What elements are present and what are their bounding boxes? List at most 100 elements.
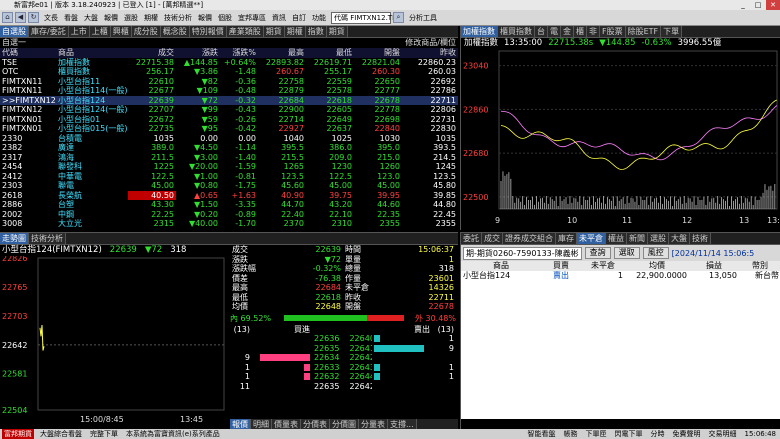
- quote-column-header[interactable]: 昨收: [402, 48, 458, 58]
- status-button[interactable]: 15:06:48: [743, 429, 778, 439]
- position-tab[interactable]: 成交: [482, 233, 503, 244]
- watchlist-tab[interactable]: 指數: [305, 26, 327, 37]
- detail-bottom-tab[interactable]: 明細: [251, 419, 272, 429]
- edit-columns-link[interactable]: 修改商品/欄位: [405, 38, 456, 48]
- quote-column-header[interactable]: 漲跌: [176, 48, 220, 58]
- search-icon[interactable]: ⌕: [393, 12, 404, 23]
- quote-column-header[interactable]: 最低: [306, 48, 354, 58]
- status-button[interactable]: 交易明細: [707, 429, 739, 439]
- watchlist-tab[interactable]: 上市: [68, 26, 90, 37]
- index-tab[interactable]: 加權指數: [461, 26, 498, 37]
- detail-tab[interactable]: 技術分析: [29, 233, 66, 244]
- quote-column-header[interactable]: 商品: [56, 48, 128, 58]
- toolbar-menu-item[interactable]: 報價: [101, 13, 121, 23]
- table-row[interactable]: FIMTXN11 小型台指114(一般) 22677 ▼109 -0.48 22879 22…: [0, 86, 458, 96]
- position-tab[interactable]: 大盤: [669, 233, 690, 244]
- order-column-header[interactable]: 未平倉: [581, 261, 625, 271]
- index-tab[interactable]: 櫃: [574, 26, 587, 37]
- table-row[interactable]: 2330 台積電 1035 0.00 0.00 1040 1025 1030 1035: [0, 134, 458, 144]
- status-tip[interactable]: 完整下單: [88, 429, 120, 439]
- table-row[interactable]: 2886 台塑 43.30 ▼1.50 -3.35 44.70 43.20 44.60 44.8…: [0, 200, 458, 210]
- close-button[interactable]: ✕: [766, 0, 780, 10]
- index-tab[interactable]: 電: [548, 26, 561, 37]
- order-column-header[interactable]: 均價: [625, 261, 689, 271]
- watchlist-tab[interactable]: 概念股: [160, 26, 190, 37]
- order-column-header[interactable]: 商品: [461, 261, 541, 271]
- table-row[interactable]: 小型台指124 賣出 1 22,900.0000 13,050 新台幣: [461, 271, 780, 281]
- table-row[interactable]: 2382 廣達 389.0 ▼4.50 -1.14 395.5 386.0 395.0 393.…: [0, 143, 458, 153]
- watchlist-tab[interactable]: 期權: [284, 26, 306, 37]
- toolbar-menu-item[interactable]: 技術分析: [161, 13, 195, 23]
- status-button[interactable]: 閃電下單: [613, 429, 645, 439]
- toolbar-menu-item[interactable]: 文長: [41, 13, 61, 23]
- toolbar-menu-item[interactable]: 功能: [309, 13, 329, 23]
- table-row[interactable]: 2618 長榮航 40.50 ▲0.65 +1.63 40.90 39.75 39.95 39.…: [0, 190, 458, 200]
- index-tab[interactable]: 金: [561, 26, 574, 37]
- quote-column-header[interactable]: 漲跌%: [220, 48, 258, 58]
- quote-column-header[interactable]: 開盤: [354, 48, 402, 58]
- detail-bottom-tab[interactable]: 價量表: [272, 419, 301, 429]
- quote-column-header[interactable]: 成交: [128, 48, 176, 58]
- index-tab[interactable]: F股票: [600, 26, 626, 37]
- table-row[interactable]: 2412 中華電 122.5 ▼1.00 -0.81 123.5 122.5 123.0 123…: [0, 172, 458, 182]
- toolbar-menu-item[interactable]: 大盤: [81, 13, 101, 23]
- position-tab[interactable]: 選股: [648, 233, 669, 244]
- status-button[interactable]: 分時: [649, 429, 667, 439]
- table-row[interactable]: FIMTXN01 小型台指01 22672 ▼59 -0.26 22714 22649 226…: [0, 115, 458, 125]
- symbol-input[interactable]: 代碼 FIMTXN12.TF: [331, 11, 396, 24]
- position-tab[interactable]: 庫存: [556, 233, 577, 244]
- maximize-button[interactable]: □: [751, 0, 765, 10]
- risk-control-button[interactable]: 風控: [642, 247, 669, 259]
- quote-column-header[interactable]: 最高: [258, 48, 306, 58]
- home-icon[interactable]: ⌂: [2, 12, 13, 23]
- watchlist-tab[interactable]: 成分股: [131, 26, 161, 37]
- order-column-header[interactable]: 幣別: [739, 261, 780, 271]
- position-tab[interactable]: 權益: [606, 233, 627, 244]
- status-button[interactable]: 免費聲明: [671, 429, 703, 439]
- position-tab[interactable]: 新聞: [627, 233, 648, 244]
- detail-bottom-tab[interactable]: 分價圖: [330, 419, 359, 429]
- toolbar-menu-item[interactable]: 選股: [121, 13, 141, 23]
- account-select[interactable]: 期-期貨0260-7590133-陳義彬: [463, 246, 582, 260]
- analysis-tools-menu[interactable]: 分析工具: [406, 13, 440, 23]
- table-row[interactable]: OTC 櫃買指數 256.17 ▼3.86 -1.48 260.67 255.17 260.3…: [0, 67, 458, 77]
- table-row[interactable]: >>FIMTXN12 小型台指124 22639 ▼72 -0.32 22684 22618…: [0, 95, 458, 105]
- index-tab[interactable]: 台: [535, 26, 548, 37]
- table-row[interactable]: 2303 聯電 45.00 ▼0.80 -1.75 45.60 45.00 45.00 45.8…: [0, 181, 458, 191]
- table-row[interactable]: FIMTXN01 小型台指015(一般) 22735 ▼95 -0.42 22927 226…: [0, 124, 458, 134]
- toolbar-menu-item[interactable]: 期權: [141, 13, 161, 23]
- table-row[interactable]: TSE 加權指數 22715.38 ▲144.85 +0.64% 22893.82 2261…: [0, 58, 458, 68]
- status-button[interactable]: 下單匣: [584, 429, 609, 439]
- detail-bottom-tab[interactable]: 報價: [230, 419, 251, 429]
- watchlist-tab[interactable]: 期貨: [326, 26, 348, 37]
- watchlist-tab[interactable]: 期貨: [263, 26, 285, 37]
- status-button[interactable]: 帳務: [562, 429, 580, 439]
- toolbar-menu-item[interactable]: 報價: [195, 13, 215, 23]
- table-row[interactable]: 2002 中鋼 22.25 ▼0.20 -0.89 22.40 22.10 22.35 22.4…: [0, 210, 458, 220]
- index-tab[interactable]: 非: [587, 26, 600, 37]
- watchlist-tab[interactable]: 自選股: [0, 26, 29, 37]
- refresh-icon[interactable]: ↻: [28, 12, 39, 23]
- detail-bottom-tab[interactable]: 支撐...: [388, 419, 417, 429]
- table-row[interactable]: 2317 鴻海 211.5 ▼3.00 -1.40 215.5 209.0 215.0 214.…: [0, 153, 458, 163]
- position-tab[interactable]: 技術: [690, 233, 711, 244]
- select-dropdown[interactable]: 選取: [613, 247, 640, 259]
- back-icon[interactable]: ◀: [15, 12, 26, 23]
- query-button[interactable]: 查詢: [584, 247, 611, 259]
- table-row[interactable]: FIMTXN12 小型台指124(一般) 22707 ▼99 -0.43 22900 226…: [0, 105, 458, 115]
- index-tab[interactable]: 下單: [661, 26, 683, 37]
- table-row[interactable]: 2454 聯發科 1225 ▼20.00 -1.59 1265 1230 1260 1245: [0, 162, 458, 172]
- detail-tab[interactable]: 走勢圖: [0, 233, 29, 244]
- toolbar-menu-item[interactable]: 自訂: [289, 13, 309, 23]
- position-tab[interactable]: 委託: [461, 233, 482, 244]
- watchlist-tab[interactable]: 上櫃: [89, 26, 111, 37]
- quote-column-header[interactable]: 代碼: [0, 48, 56, 58]
- index-tab[interactable]: 櫃買指數: [498, 26, 535, 37]
- detail-bottom-tab[interactable]: 分價表: [301, 419, 330, 429]
- minimize-button[interactable]: _: [736, 0, 750, 10]
- toolbar-menu-item[interactable]: 個股: [215, 13, 235, 23]
- order-column-header[interactable]: 損益: [689, 261, 739, 271]
- table-row[interactable]: FIMTXN11 小型台指11 22610 ▼82 -0.36 22758 22559 226…: [0, 77, 458, 87]
- position-tab[interactable]: 未平倉: [577, 233, 606, 244]
- watchlist-tab[interactable]: 庫存/委託: [29, 26, 69, 37]
